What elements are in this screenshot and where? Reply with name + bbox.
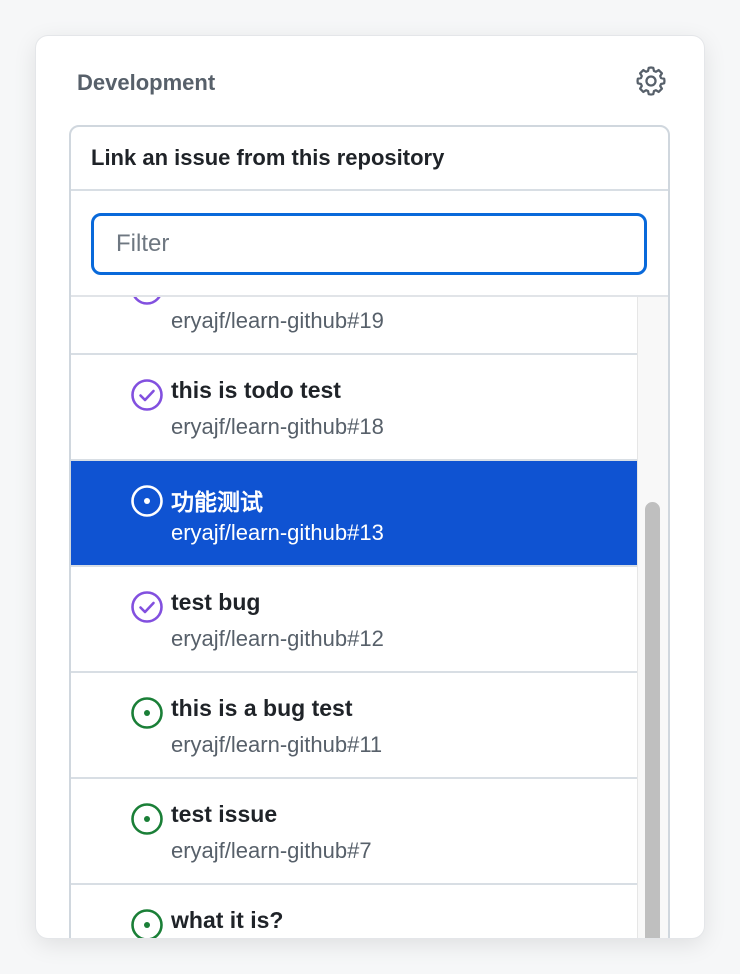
check-circle-icon [130, 297, 164, 306]
panel-header: Link an issue from this repository [71, 127, 668, 191]
issue-title: this is a bug test [171, 695, 353, 721]
filter-input[interactable] [91, 213, 647, 275]
issue-reference: eryajf/learn-github#11 [171, 732, 383, 757]
link-issue-panel: Link an issue from this repository eryaj… [69, 125, 670, 938]
issue-title: 功能测试 [171, 489, 263, 515]
list-item[interactable]: test issue eryajf/learn-github#7 [71, 779, 637, 885]
issue-title: what it is? [171, 907, 284, 933]
issue-open-icon [130, 484, 164, 518]
issue-open-icon [130, 908, 164, 938]
issue-list: eryajf/learn-github#19 this is todo test e… [71, 297, 637, 938]
list-item[interactable]: what it is? [71, 885, 637, 938]
issue-open-icon [130, 802, 164, 836]
list-item[interactable]: 功能测试 eryajf/learn-github#13 [71, 461, 637, 567]
scrollbar-track[interactable] [637, 297, 668, 938]
issue-list-viewport[interactable]: eryajf/learn-github#19 this is todo test e… [71, 297, 668, 938]
gear-icon[interactable] [634, 64, 668, 98]
issue-open-icon [130, 696, 164, 730]
scrollbar-thumb[interactable] [645, 502, 660, 938]
issue-reference: eryajf/learn-github#18 [171, 414, 384, 439]
list-item[interactable]: eryajf/learn-github#19 [71, 297, 637, 355]
issue-title: test issue [171, 801, 278, 827]
filter-wrapper [71, 191, 668, 297]
development-card: Development Link an issue from this repo… [36, 36, 704, 938]
list-item[interactable]: this is a bug test eryajf/learn-github#11 [71, 673, 637, 779]
list-item[interactable]: this is todo test eryajf/learn-github#18 [71, 355, 637, 461]
issue-reference: eryajf/learn-github#13 [171, 520, 384, 545]
check-circle-icon [130, 378, 164, 412]
issue-title: this is todo test [171, 377, 341, 403]
issue-reference: eryajf/learn-github#7 [171, 838, 372, 863]
issue-reference: eryajf/learn-github#19 [171, 308, 384, 333]
issue-reference: eryajf/learn-github#12 [171, 626, 384, 651]
issue-title: test bug [171, 589, 261, 615]
list-item[interactable]: test bug eryajf/learn-github#12 [71, 567, 637, 673]
section-title: Development [77, 70, 216, 95]
check-circle-icon [130, 590, 164, 624]
